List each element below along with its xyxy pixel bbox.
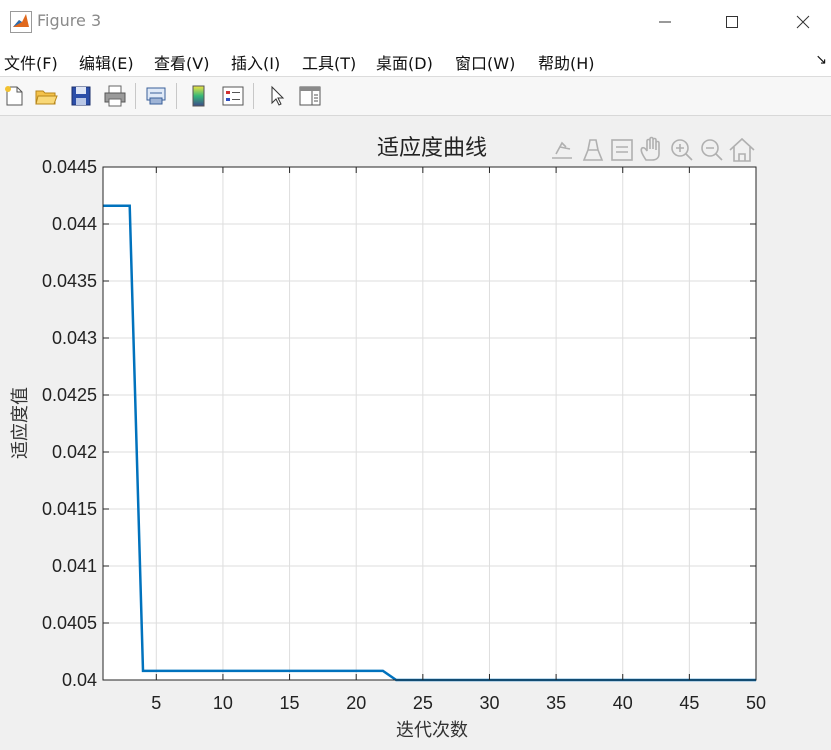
title-bar: Figure 3: [0, 0, 831, 44]
y-tick-label: 0.04: [62, 670, 97, 690]
plot-svg: 5 10 15 20 25 30 35 40 45 50 0.04 0.0405 0.041 0.041…: [10, 135, 766, 740]
minimize-button[interactable]: [643, 0, 687, 44]
window-title: Figure 3: [37, 11, 102, 30]
x-tick-label: 5: [151, 693, 161, 713]
link-plot-button[interactable]: [142, 82, 170, 110]
zoom-out-icon[interactable]: [701, 139, 723, 161]
y-tick-label: 0.042: [52, 442, 97, 462]
maximize-button[interactable]: [710, 0, 754, 44]
x-tick-label: 35: [546, 693, 566, 713]
matlab-logo-icon: [10, 11, 32, 33]
x-tick-label: 45: [679, 693, 699, 713]
maximize-icon: [726, 16, 738, 28]
y-tick-label: 0.0425: [42, 385, 97, 405]
x-tick-label: 50: [746, 693, 766, 713]
y-tick-label: 0.0405: [42, 613, 97, 633]
print-icon: [104, 85, 126, 107]
menu-file[interactable]: 文件(F): [4, 50, 58, 74]
x-tick-label: 30: [479, 693, 499, 713]
export-icon[interactable]: [552, 141, 572, 159]
property-editor-button[interactable]: [296, 82, 324, 110]
menu-tools[interactable]: 工具(T): [302, 50, 356, 74]
link-plot-icon: [146, 87, 166, 105]
print-button[interactable]: [101, 82, 129, 110]
open-folder-icon: [35, 90, 58, 105]
close-icon: [796, 15, 810, 29]
property-editor-icon: [299, 86, 321, 106]
legend-button[interactable]: [219, 82, 247, 110]
pan-hand-icon[interactable]: [640, 136, 660, 161]
toolbar-separator: [253, 83, 254, 109]
close-button[interactable]: [781, 0, 825, 44]
menu-view[interactable]: 查看(V): [154, 50, 209, 74]
y-axis-label: 适应度值: [10, 387, 30, 459]
menu-window[interactable]: 窗口(W): [455, 50, 515, 74]
pointer-icon: [271, 85, 285, 106]
x-tick-label: 25: [413, 693, 433, 713]
zoom-in-icon[interactable]: [671, 139, 693, 161]
colorbar-icon: [192, 85, 205, 107]
x-tick-label: 40: [613, 693, 633, 713]
edit-plot-button[interactable]: [263, 82, 291, 110]
new-figure-button[interactable]: [0, 82, 28, 110]
menu-help[interactable]: 帮助(H): [538, 50, 595, 74]
home-icon[interactable]: [729, 137, 755, 162]
menu-overflow-icon[interactable]: ↘: [815, 52, 827, 68]
y-tick-label: 0.0415: [42, 499, 97, 519]
minimize-icon: [659, 21, 671, 23]
open-button[interactable]: [32, 82, 60, 110]
y-tick-label: 0.043: [52, 328, 97, 348]
x-tick-label: 15: [280, 693, 300, 713]
menu-bar: 文件(F) 编辑(E) 查看(V) 插入(I) 工具(T) 桌面(D) 窗口(W…: [0, 44, 831, 77]
x-tick-label: 10: [213, 693, 233, 713]
save-icon: [71, 86, 91, 106]
toolbar-separator: [176, 83, 177, 109]
new-figure-icon: [5, 86, 23, 106]
menu-desktop[interactable]: 桌面(D): [376, 50, 433, 74]
axes-toolbar: [552, 136, 755, 162]
y-tick-label: 0.044: [52, 214, 97, 234]
y-tick-label: 0.041: [52, 556, 97, 576]
x-tick-label: 20: [346, 693, 366, 713]
data-tips-icon[interactable]: [611, 139, 633, 161]
toolbar-separator: [135, 83, 136, 109]
legend-icon: [222, 86, 244, 106]
colorbar-button[interactable]: [185, 82, 213, 110]
y-tick-label: 0.0435: [42, 271, 97, 291]
menu-insert[interactable]: 插入(I): [231, 50, 280, 74]
chart-title: 适应度曲线: [377, 135, 487, 160]
y-tick-label: 0.0445: [42, 157, 97, 177]
x-axis-label: 迭代次数: [396, 720, 468, 740]
menu-edit[interactable]: 编辑(E): [79, 50, 134, 74]
save-button[interactable]: [67, 82, 95, 110]
figure-canvas: 5 10 15 20 25 30 35 40 45 50 0.04 0.0405 0.041 0.041…: [0, 116, 831, 746]
figure-toolbar: [0, 77, 831, 116]
axes-background[interactable]: [103, 167, 756, 680]
brush-icon[interactable]: [582, 139, 604, 161]
